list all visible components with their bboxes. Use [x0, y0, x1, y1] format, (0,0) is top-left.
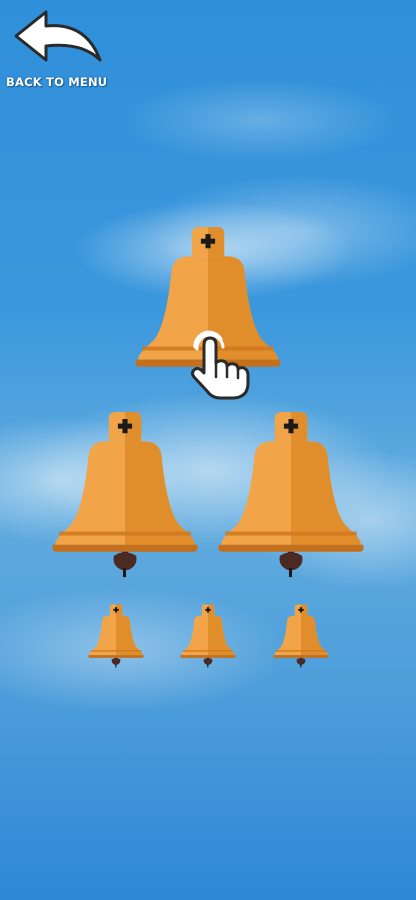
bell-icon: [272, 602, 330, 668]
bell-small-right[interactable]: [272, 602, 330, 668]
bell-large-left[interactable]: [49, 404, 201, 580]
bell-large-top[interactable]: [132, 226, 284, 388]
bell-small-center[interactable]: [179, 602, 237, 668]
bell-small-left[interactable]: [87, 602, 145, 668]
curved-back-arrow-icon: [14, 10, 102, 62]
bell-icon: [215, 404, 367, 580]
bell-icon: [87, 602, 145, 668]
back-to-menu-button[interactable]: BACK TO MENU: [6, 8, 108, 90]
bell-large-right[interactable]: [215, 404, 367, 580]
bell-icon: [132, 226, 284, 388]
bell-icon: [179, 602, 237, 668]
bell-icon: [49, 404, 201, 580]
back-to-menu-label: BACK TO MENU: [6, 75, 108, 89]
